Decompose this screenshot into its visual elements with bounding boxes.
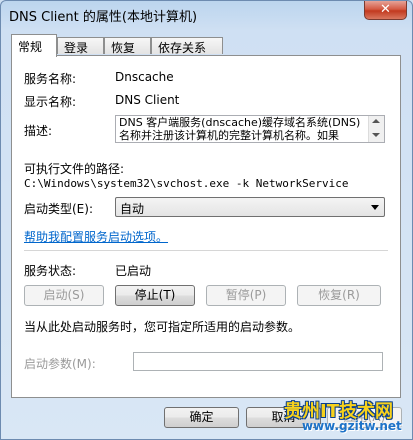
cancel-button[interactable]: 取消 (246, 407, 321, 428)
general-tab-panel: 服务名称: Dnscache 显示名称: DNS Client 描述: DNS … (11, 55, 401, 398)
stop-button[interactable]: 停止(T) (115, 285, 195, 306)
display-name-label: 显示名称: (24, 95, 77, 109)
dropdown-arrow-icon (371, 205, 379, 210)
close-button[interactable]: ✕ (364, 1, 407, 20)
service-status-value: 已启动 (115, 264, 152, 278)
description-scrollbar[interactable] (368, 116, 384, 142)
startup-type-select[interactable]: 自动 (115, 197, 385, 217)
tab-dependencies[interactable]: 依存关系 (151, 37, 223, 55)
exe-path-value: C:\Windows\system32\svchost.exe -k Netwo… (24, 177, 349, 190)
help-configure-link[interactable]: 帮助我配置服务启动选项。 (24, 228, 168, 245)
exe-path-label: 可执行文件的路径: (24, 162, 125, 176)
close-icon: ✕ (380, 2, 391, 17)
window-title: DNS Client 的属性(本地计算机) (9, 10, 198, 25)
service-name-value: Dnscache (115, 70, 174, 84)
startup-type-label: 启动类型(E): (24, 202, 93, 216)
tab-strip: 常规 登录 恢复 依存关系 (11, 34, 401, 57)
description-box[interactable]: DNS 客户端服务(dnscache)缓存域名系统(DNS)名称并注册该计算机的… (115, 115, 385, 143)
ok-button[interactable]: 确定 (164, 407, 239, 428)
service-status-label: 服务状态: (24, 264, 77, 278)
properties-dialog: DNS Client 的属性(本地计算机) ✕ 常规 登录 恢复 依存关系 服务… (0, 0, 413, 440)
service-name-label: 服务名称: (24, 72, 77, 86)
tab-general[interactable]: 常规 (11, 34, 57, 57)
start-params-label: 启动参数(M): (24, 357, 96, 371)
resume-button[interactable]: 恢复(R) (297, 285, 381, 306)
scroll-down-icon[interactable] (372, 133, 380, 137)
scroll-up-icon[interactable] (372, 119, 380, 123)
apply-button[interactable]: 应用(A) (327, 407, 402, 428)
display-name-value: DNS Client (115, 93, 180, 107)
startup-type-value: 自动 (120, 202, 145, 216)
start-params-input[interactable] (133, 352, 383, 371)
tab-recovery[interactable]: 恢复 (104, 37, 151, 55)
start-params-hint: 当从此处启动服务时，您可指定所适用的启动参数。 (24, 320, 301, 334)
start-button[interactable]: 启动(S) (24, 285, 104, 306)
separator (24, 250, 388, 251)
description-text: DNS 客户端服务(dnscache)缓存域名系统(DNS)名称并注册该计算机的… (119, 116, 361, 142)
tab-logon[interactable]: 登录 (57, 37, 104, 55)
title-bar[interactable]: DNS Client 的属性(本地计算机) ✕ (1, 1, 412, 31)
pause-button[interactable]: 暂停(P) (206, 285, 286, 306)
description-label: 描述: (24, 124, 53, 138)
